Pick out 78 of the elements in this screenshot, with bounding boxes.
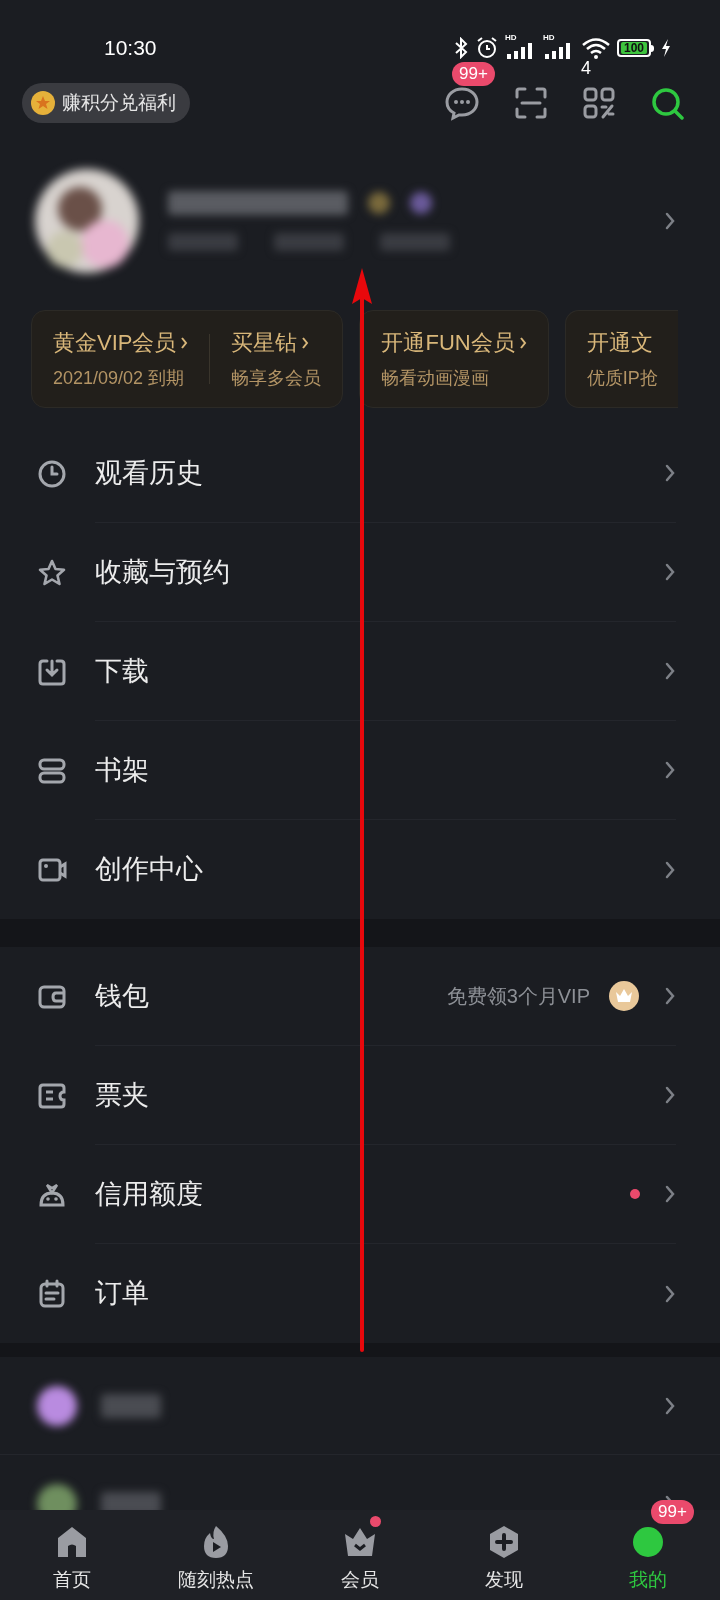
- menu-label: 下载: [95, 654, 150, 688]
- blurred-label: [101, 1492, 161, 1510]
- menu-label: 订单: [95, 1277, 150, 1311]
- menu-item[interactable]: 票夹: [0, 1046, 720, 1145]
- chevron-icon: [301, 335, 310, 350]
- vip-subtitle: 优质IP抢: [586, 367, 658, 390]
- blurred-badge: [410, 192, 432, 214]
- menu-label: 收藏与预约: [95, 555, 231, 589]
- messages-button[interactable]: [444, 85, 480, 121]
- vip-subtitle: 畅看动画漫画: [381, 367, 491, 390]
- chevron-icon: [664, 1085, 676, 1105]
- chevron-icon: [180, 335, 189, 350]
- charging-icon: [660, 38, 672, 58]
- search-button[interactable]: [650, 86, 684, 120]
- blurred-badge: [368, 192, 390, 214]
- chevron-icon: [664, 1283, 676, 1304]
- vip-subtitle: 畅享多会员: [231, 367, 322, 390]
- chevron-icon: [664, 1184, 676, 1204]
- vip-card[interactable]: 开通文 优质IP抢: [564, 310, 678, 408]
- menu-item[interactable]: 订单: [0, 1244, 720, 1343]
- menu-item[interactable]: 观看历史: [0, 424, 720, 523]
- coin-icon: [30, 90, 56, 116]
- qr-code-icon: [582, 86, 616, 120]
- tab[interactable]: 会员: [288, 1510, 432, 1600]
- tab[interactable]: 首页: [0, 1510, 144, 1600]
- chevron-icon: [664, 463, 676, 483]
- message-badge: 99+: [452, 62, 495, 86]
- notification-badge: 99+: [651, 1500, 694, 1524]
- crown-icon: [608, 980, 640, 1012]
- chevron-icon: [664, 986, 676, 1006]
- scan-icon: [514, 86, 548, 120]
- menu-item[interactable]: 钱包 免费领3个月VIP: [0, 947, 720, 1046]
- menu-label: 创作中心: [95, 853, 204, 887]
- vip-subtitle: 2021/09/02 到期: [53, 367, 186, 390]
- scan-button[interactable]: [514, 86, 548, 120]
- menu-label: 信用额度: [95, 1177, 204, 1211]
- chevron-icon: [664, 859, 676, 880]
- points-button[interactable]: 赚积分兑福利: [22, 83, 190, 123]
- menu-label: 钱包: [95, 979, 150, 1013]
- menu-item[interactable]: 信用额度: [0, 1145, 720, 1244]
- calendar-icon: [37, 1278, 67, 1309]
- chevron-icon: [518, 335, 527, 350]
- vip-card[interactable]: 开通FUN会员 畅看动画漫画: [359, 310, 549, 408]
- vip-title: 开通文: [586, 329, 653, 357]
- chevron-icon: [664, 760, 676, 780]
- promo-text: 免费领3个月VIP: [446, 984, 590, 1009]
- chevron-icon: [664, 1395, 676, 1416]
- menu-item[interactable]: 创作中心: [0, 820, 720, 919]
- menu-label: 票夹: [95, 1078, 150, 1112]
- blurred-stat: [274, 233, 344, 251]
- blurred-label: [101, 1393, 161, 1418]
- tab[interactable]: 发现: [432, 1510, 576, 1600]
- menu-item[interactable]: 下载: [0, 622, 720, 721]
- vip-card[interactable]: 黄金VIP会员 2021/09/02 到期 买星钻 畅享多会员: [31, 310, 344, 408]
- blurred-stat: [168, 233, 238, 251]
- wifi-label: 4: [580, 59, 591, 77]
- vip-title: 黄金VIP会员: [53, 329, 177, 357]
- chevron-icon: [664, 661, 676, 681]
- blurred-stat: [380, 233, 450, 251]
- status-time: 10:30: [104, 35, 157, 62]
- clock-icon: [37, 458, 67, 489]
- menu-label: 观看历史: [95, 456, 204, 490]
- chevron-icon: [664, 562, 676, 582]
- vip-title: 开通FUN会员: [381, 329, 515, 357]
- search-icon: [650, 86, 684, 120]
- chevron-icon: [664, 211, 676, 231]
- wifi-icon: [580, 37, 611, 59]
- chat-bubble-icon: [444, 85, 480, 121]
- menu-label: 书架: [95, 753, 150, 787]
- vip-title: 买星钻: [231, 329, 298, 357]
- menu-item[interactable]: 书架: [0, 721, 720, 820]
- star-icon: [37, 557, 67, 588]
- qr-code-button[interactable]: [582, 86, 616, 120]
- battery-level: 100: [620, 42, 647, 54]
- menu-item[interactable]: 收藏与预约: [0, 523, 720, 622]
- hd-label: HD: [542, 34, 555, 42]
- hd-label: HD: [504, 34, 517, 42]
- tab[interactable]: 随刻热点: [144, 1510, 288, 1600]
